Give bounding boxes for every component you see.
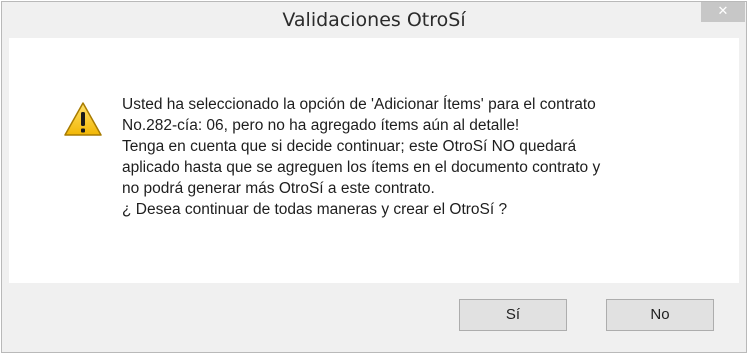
message-line: no podrá generar más OtroSí a este contr… bbox=[122, 180, 435, 197]
message-line: Usted ha seleccionado la opción de 'Adic… bbox=[122, 96, 596, 113]
dialog-title: Validaciones OtroSí bbox=[282, 9, 466, 31]
message-line: ¿ Desea continuar de todas maneras y cre… bbox=[122, 201, 508, 218]
button-bar: Sí No bbox=[9, 283, 739, 345]
close-button[interactable]: ✕ bbox=[701, 2, 745, 22]
title-bar: Validaciones OtroSí ✕ bbox=[2, 2, 746, 38]
dialog-window: Validaciones OtroSí ✕ Usted ha seleccion… bbox=[1, 1, 747, 353]
message-line: aplicado hasta que se agreguen los ítems… bbox=[122, 159, 601, 176]
no-button[interactable]: No bbox=[606, 299, 714, 331]
message-line: Tenga en cuenta que si decide continuar;… bbox=[122, 138, 577, 155]
warning-icon bbox=[64, 102, 102, 136]
yes-button[interactable]: Sí bbox=[459, 299, 567, 331]
message-line: No.282-cía: 06, pero no ha agregado ítem… bbox=[122, 117, 520, 134]
message-text: Usted ha seleccionado la opción de 'Adic… bbox=[122, 94, 732, 220]
message-area: Usted ha seleccionado la opción de 'Adic… bbox=[9, 38, 739, 283]
